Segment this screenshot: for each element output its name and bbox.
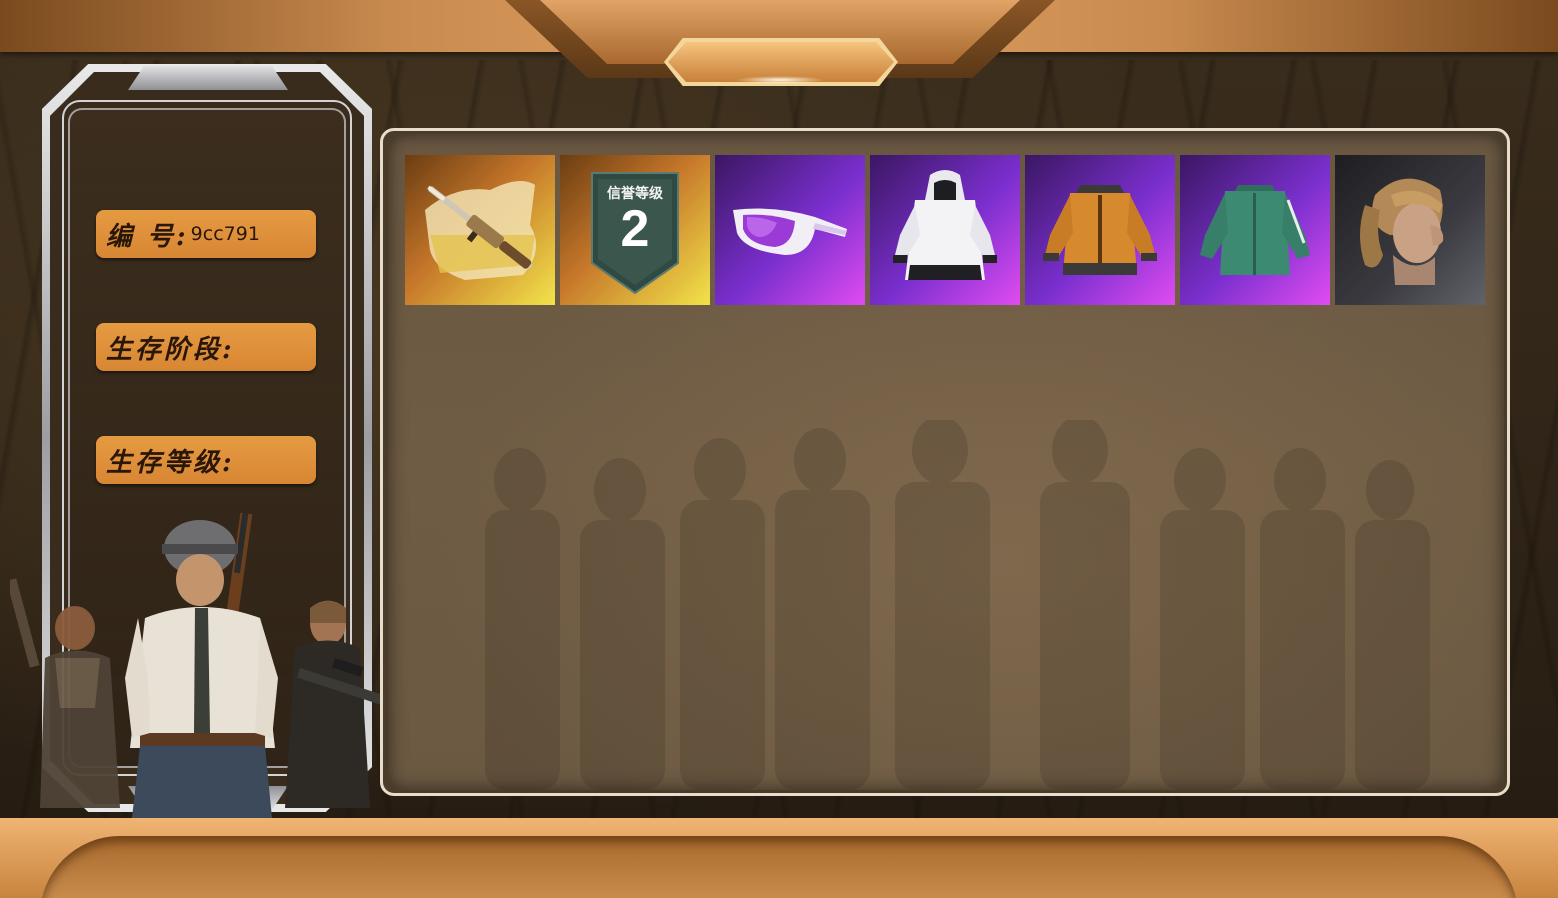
left-soldier: [10, 578, 120, 808]
survival-stage-label: 生存阶段:: [106, 334, 235, 365]
survival-level-field: 生存等级:: [96, 436, 316, 484]
item-orange-jacket[interactable]: [1025, 155, 1175, 305]
bottom-frame-inner: [40, 836, 1518, 898]
top-glow: [735, 76, 825, 84]
hoodie-icon: [893, 170, 997, 280]
profile-frame-top-cap: [128, 66, 288, 90]
rifle-icon: [425, 181, 537, 280]
id-field: 编 号: 9cc791: [96, 210, 316, 258]
item-character-head[interactable]: [1335, 155, 1485, 305]
survival-stage-field: 生存阶段:: [96, 323, 316, 371]
shirt-icon: [1200, 185, 1310, 275]
item-sunglasses[interactable]: [715, 155, 865, 305]
id-label: 编 号:: [106, 221, 189, 252]
item-green-shirt[interactable]: [1180, 155, 1330, 305]
soldiers-artwork: [10, 512, 430, 818]
item-credit-level[interactable]: 信誉等级 2: [560, 155, 710, 305]
id-value: 9cc791: [190, 223, 260, 245]
credit-level-value: 2: [620, 200, 650, 258]
inventory-screen: 编 号: 9cc791 生存阶段: 生存等级: 信誉等级 2: [0, 0, 1558, 898]
sunglasses-icon: [733, 208, 847, 255]
jacket-icon: [1043, 185, 1157, 275]
crowd-background-art: [485, 420, 1430, 790]
item-white-hoodie[interactable]: [870, 155, 1020, 305]
center-soldier: [125, 512, 278, 818]
item-rifle-skin[interactable]: [405, 155, 555, 305]
survival-level-label: 生存等级:: [106, 447, 235, 478]
character-head-icon: [1360, 178, 1444, 285]
